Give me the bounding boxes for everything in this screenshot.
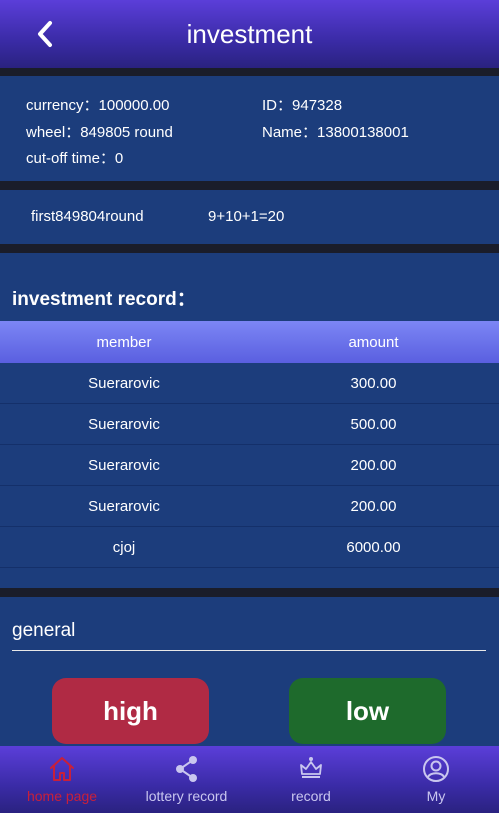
tab-label: lottery record: [145, 788, 228, 804]
table-row: Suerarovic 200.00: [0, 486, 499, 527]
tab-lottery-record[interactable]: lottery record: [134, 746, 239, 813]
currency-label: currency：: [26, 97, 99, 114]
divider: [0, 588, 499, 597]
round-result: 9+10+1=20: [208, 208, 285, 225]
tab-label: home page: [26, 788, 98, 804]
name-row: Name：13800138001: [262, 121, 409, 142]
back-button[interactable]: [30, 18, 60, 50]
amount-cell: 6000.00: [346, 538, 401, 556]
chevron-left-icon: [38, 21, 52, 47]
high-button[interactable]: high: [52, 678, 209, 744]
divider: [0, 244, 499, 253]
tab-label: My: [426, 788, 446, 804]
share-icon: [175, 756, 197, 782]
divider: [0, 181, 499, 190]
table-row: cjoj 6000.00: [0, 527, 499, 568]
id-row: ID：947328: [262, 94, 342, 115]
id-value: 947328: [292, 97, 343, 114]
table-header: member amount: [0, 321, 499, 363]
amount-cell: 300.00: [350, 374, 397, 392]
id-label: ID：: [262, 97, 293, 114]
round-label: first849804round: [31, 208, 144, 225]
tab-record[interactable]: record: [276, 746, 346, 813]
tab-my[interactable]: My: [401, 746, 471, 813]
table-row: Suerarovic 300.00: [0, 363, 499, 404]
cutoff-label: cut-off time：: [26, 150, 115, 167]
user-icon: [423, 756, 449, 782]
crown-icon: [300, 757, 322, 778]
member-cell: Suerarovic: [88, 374, 160, 392]
member-cell: Suerarovic: [88, 415, 160, 433]
bottom-tab-bar: home page lottery record record My: [0, 746, 499, 813]
account-info-panel: currency：100000.00 ID：947328 wheel：84980…: [0, 76, 499, 181]
amount-cell: 500.00: [350, 415, 397, 433]
tab-home-page[interactable]: home page: [14, 746, 110, 813]
currency-value: 100000.00: [98, 97, 170, 114]
wheel-label: wheel：: [26, 124, 81, 141]
general-underline: [12, 650, 486, 651]
currency-row: currency：100000.00: [26, 94, 169, 115]
member-cell: Suerarovic: [88, 497, 160, 515]
page-title: investment: [186, 18, 313, 49]
previous-round-panel: first849804round 9+10+1=20: [0, 190, 499, 244]
table-row: Suerarovic 500.00: [0, 404, 499, 445]
cutoff-row: cut-off time：0: [26, 147, 123, 168]
name-label: Name：: [262, 124, 318, 141]
member-cell: cjoj: [112, 538, 136, 556]
amount-cell: 200.00: [350, 497, 397, 515]
home-icon: [50, 757, 74, 781]
top-bar: investment: [0, 0, 499, 68]
general-section-label: general: [12, 620, 76, 641]
column-header-member: member: [96, 333, 152, 351]
tab-label: record: [291, 788, 331, 804]
investment-record-table: member amount Suerarovic 300.00 Suerarov…: [0, 321, 499, 568]
wheel-row: wheel：849805 round: [26, 121, 173, 142]
table-row: Suerarovic 200.00: [0, 445, 499, 486]
wheel-value: 849805 round: [80, 124, 173, 141]
low-button[interactable]: low: [289, 678, 446, 744]
name-value: 13800138001: [317, 124, 409, 141]
divider: [0, 68, 499, 76]
amount-cell: 200.00: [350, 456, 397, 474]
column-header-amount: amount: [348, 333, 399, 351]
cutoff-value: 0: [114, 150, 124, 167]
record-section-title: investment record：: [12, 289, 196, 310]
member-cell: Suerarovic: [88, 456, 160, 474]
